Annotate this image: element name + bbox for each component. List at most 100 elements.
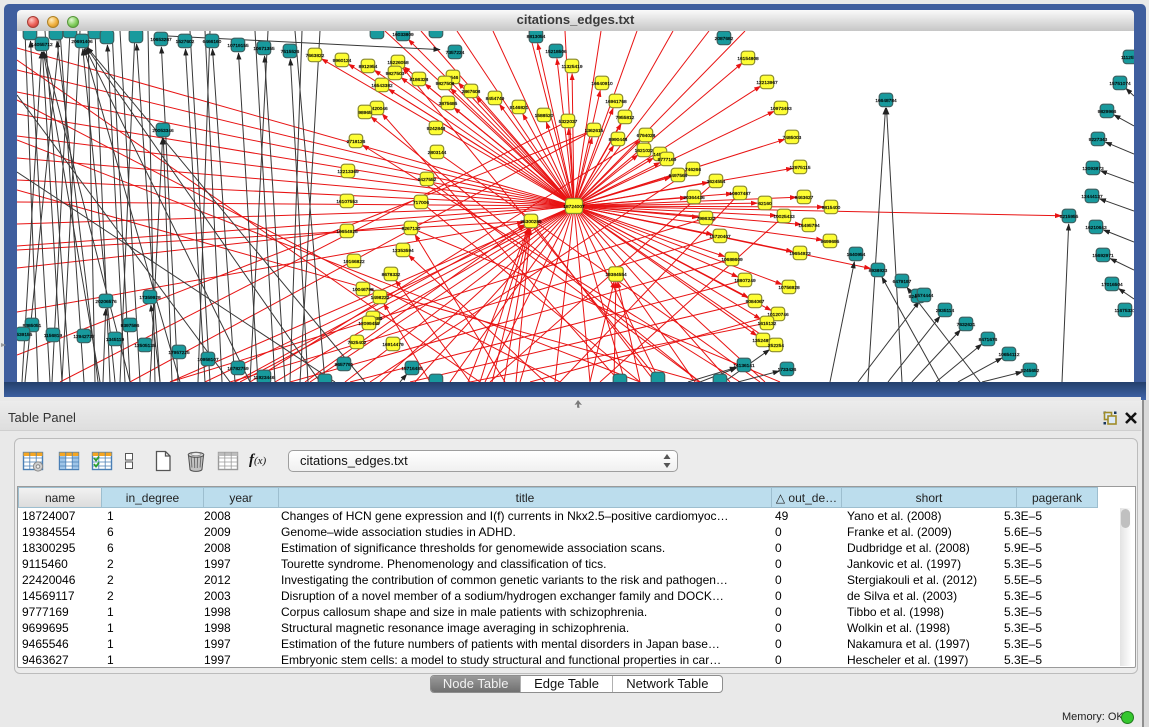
svg-text:1640954: 1640954	[847, 252, 866, 258]
svg-text:16648784: 16648784	[875, 98, 897, 104]
svg-text:1574444: 1574444	[915, 293, 934, 299]
svg-text:9815400: 9815400	[822, 205, 841, 211]
svg-text:1112574: 1112574	[1121, 55, 1134, 61]
svg-text:10688609: 10688609	[721, 257, 743, 263]
svg-text:11675331: 11675331	[1115, 308, 1135, 314]
svg-text:16961768: 16961768	[605, 99, 627, 105]
svg-text:12942737: 12942737	[73, 334, 95, 340]
svg-text:7515526: 7515526	[281, 49, 300, 55]
svg-text:1362615: 1362615	[585, 128, 604, 134]
svg-text:8813054: 8813054	[527, 34, 546, 40]
svg-text:17016504: 17016504	[1101, 282, 1123, 288]
svg-text:10653287: 10653287	[150, 37, 172, 43]
svg-text:9146821: 9146821	[510, 105, 529, 111]
svg-text:9829966: 9829966	[1098, 109, 1117, 115]
svg-text:12353594: 12353594	[392, 248, 414, 254]
svg-text:7663822: 7663822	[306, 53, 325, 59]
svg-text:8186328: 8186328	[410, 77, 429, 83]
svg-text:11325419: 11325419	[562, 64, 583, 70]
svg-text:10654112: 10654112	[999, 352, 1020, 358]
svg-text:19384554: 19384554	[605, 272, 627, 278]
svg-text:12093873: 12093873	[1082, 166, 1104, 172]
svg-text:3875685: 3875685	[439, 101, 458, 107]
svg-text:8454749: 8454749	[486, 96, 505, 102]
svg-text:11923446: 11923446	[254, 375, 275, 381]
svg-text:7625402: 7625402	[348, 340, 367, 346]
svg-text:6497568: 6497568	[669, 173, 688, 179]
svg-text:2087682: 2087682	[715, 36, 734, 42]
svg-text:20053346: 20053346	[152, 128, 174, 134]
svg-text:9777169: 9777169	[658, 157, 677, 163]
svg-text:8471676: 8471676	[979, 337, 998, 343]
svg-text:15751074: 15751074	[1109, 81, 1131, 87]
svg-text:9960124: 9960124	[333, 58, 352, 64]
svg-text:10046798: 10046798	[352, 287, 374, 293]
svg-text:9827503: 9827503	[386, 71, 405, 77]
svg-text:717006: 717006	[413, 200, 429, 206]
svg-text:1498222: 1498222	[371, 295, 390, 301]
svg-text:8678332: 8678332	[382, 272, 401, 278]
svg-text:7357224: 7357224	[446, 50, 465, 56]
svg-text:19654923: 19654923	[789, 251, 811, 257]
svg-text:9463627: 9463627	[795, 195, 814, 201]
svg-text:9657791: 9657791	[335, 362, 354, 368]
svg-text:2867608: 2867608	[462, 89, 481, 95]
svg-text:7632621: 7632621	[957, 322, 976, 328]
svg-text:12975115: 12975115	[790, 165, 811, 171]
svg-text:1615132: 1615132	[758, 321, 777, 327]
svg-text:16495794: 16495794	[798, 223, 820, 229]
svg-text:16914479: 16914479	[382, 342, 404, 348]
svg-text:19654925: 19654925	[336, 229, 358, 235]
svg-text:9827508: 9827508	[436, 81, 455, 87]
svg-text:12213369: 12213369	[337, 169, 359, 175]
svg-text:9245652: 9245652	[1021, 368, 1040, 374]
svg-text:6794028: 6794028	[637, 133, 656, 139]
svg-text:12099459: 12099459	[358, 321, 380, 327]
svg-text:15218506: 15218506	[545, 49, 567, 55]
svg-text:15226058: 15226058	[387, 60, 409, 66]
svg-text:252254: 252254	[768, 343, 784, 349]
svg-text:7955812: 7955812	[616, 115, 635, 121]
svg-text:1621022: 1621022	[635, 148, 654, 154]
svg-text:10756928: 10756928	[778, 285, 800, 291]
svg-text:16210643: 16210643	[1085, 225, 1107, 231]
svg-text:7986322: 7986322	[697, 216, 716, 222]
svg-text:10973493: 10973493	[770, 106, 792, 112]
svg-text:98965: 98965	[358, 110, 372, 116]
svg-text:2539155: 2539155	[17, 332, 33, 338]
svg-text:25300285: 25300285	[520, 219, 542, 225]
svg-text:16154808: 16154808	[737, 56, 759, 62]
svg-text:17359928: 17359928	[139, 295, 161, 301]
svg-text:9699695: 9699695	[821, 239, 840, 245]
svg-text:15716485: 15716485	[401, 366, 423, 372]
svg-text:18724007: 18724007	[563, 204, 585, 210]
svg-text:12505135: 12505135	[134, 343, 156, 349]
svg-text:10025433: 10025433	[773, 214, 795, 220]
svg-text:8990448: 8990448	[609, 137, 628, 143]
svg-text:20364436: 20364436	[683, 195, 705, 201]
svg-text:6479197: 6479197	[893, 279, 912, 285]
svg-text:16782759: 16782759	[227, 366, 249, 372]
svg-text:10719155: 10719155	[227, 43, 249, 49]
svg-text:8938923: 8938923	[869, 268, 888, 274]
svg-text:14055712: 14055712	[31, 42, 53, 48]
svg-text:12213967: 12213967	[756, 80, 778, 86]
svg-text:15692971: 15692971	[1092, 253, 1114, 259]
svg-text:2803144: 2803144	[428, 150, 447, 156]
svg-text:3624554: 3624554	[707, 179, 726, 185]
svg-text:10807487: 10807487	[729, 191, 751, 197]
svg-text:18807249: 18807249	[734, 278, 756, 284]
svg-text:7485003: 7485003	[783, 135, 802, 141]
svg-text:6466160: 6466160	[203, 39, 222, 45]
svg-text:16107553: 16107553	[336, 199, 358, 205]
svg-text:1345119: 1345119	[106, 337, 125, 343]
svg-text:10671355: 10671355	[253, 46, 275, 52]
svg-text:19166822: 19166822	[343, 259, 365, 265]
svg-text:1588520: 1588520	[535, 113, 554, 119]
svg-text:15720407: 15720407	[709, 234, 731, 240]
svg-text:14136141: 14136141	[733, 363, 755, 369]
svg-text:1527602: 1527602	[176, 39, 195, 45]
svg-text:8267130: 8267130	[402, 226, 421, 232]
svg-text:16033809: 16033809	[392, 32, 414, 38]
svg-text:10958107: 10958107	[197, 357, 219, 363]
